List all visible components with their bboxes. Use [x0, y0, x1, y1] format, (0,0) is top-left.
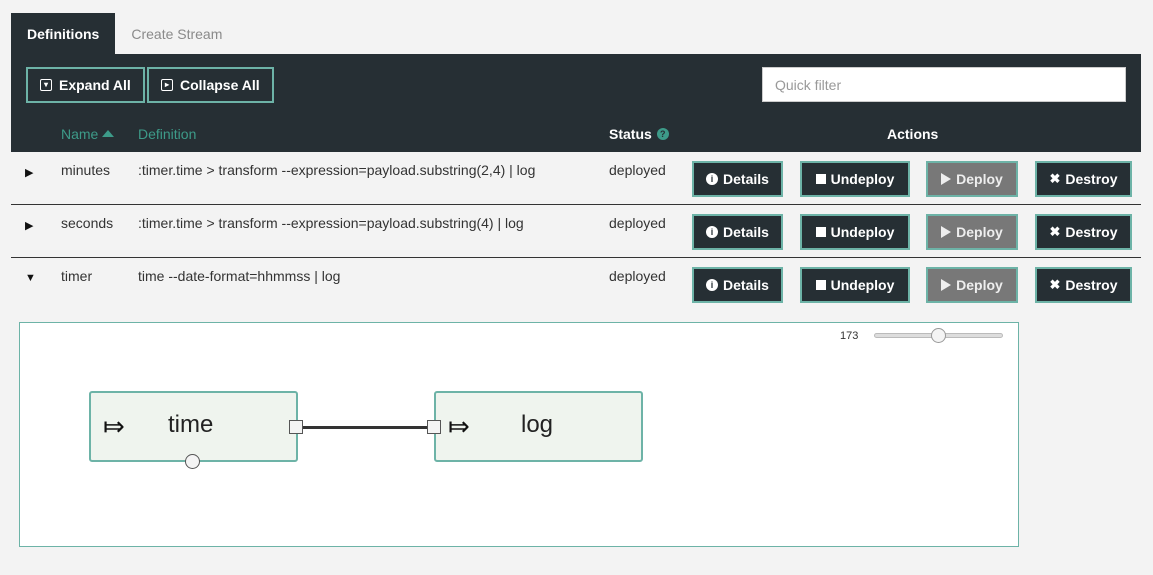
tab-definitions[interactable]: Definitions [11, 13, 116, 54]
deploy-button[interactable]: Deploy [926, 161, 1018, 197]
close-icon: ✖ [1049, 171, 1061, 186]
details-button[interactable]: i Details [692, 161, 783, 197]
stream-name: minutes [61, 162, 111, 178]
table-row: ▼ timer time --date-format=hhmmss | log … [11, 258, 1141, 311]
stream-definition: :timer.time > transform --expression=pay… [138, 162, 536, 178]
question-circle-icon[interactable]: ? [656, 127, 669, 140]
column-header-definition[interactable]: Definition [138, 115, 196, 152]
zoom-slider-thumb[interactable] [931, 328, 946, 343]
undeploy-button[interactable]: Undeploy [800, 267, 910, 303]
stream-name: timer [61, 268, 93, 284]
details-button[interactable]: i Details [692, 267, 783, 303]
stream-status: deployed [609, 215, 666, 231]
toolbar: ▾ Expand All ▸ Collapse All [11, 54, 1141, 115]
expand-row-icon[interactable]: ▶ [25, 166, 33, 179]
column-header-status: Status ? [609, 115, 669, 152]
play-icon [941, 226, 952, 238]
sort-ascending-icon [102, 130, 115, 137]
tab-create-stream[interactable]: Create Stream [115, 13, 238, 54]
expand-row-icon[interactable]: ▶ [25, 219, 33, 232]
node-label: log [521, 411, 554, 438]
graph-link[interactable] [303, 426, 427, 429]
undeploy-button[interactable]: Undeploy [800, 214, 910, 250]
destroy-button[interactable]: ✖ Destroy [1035, 161, 1132, 197]
collapse-all-button[interactable]: ▸ Collapse All [147, 67, 274, 103]
details-button[interactable]: i Details [692, 214, 783, 250]
destroy-button[interactable]: ✖ Destroy [1035, 267, 1132, 303]
expand-all-button[interactable]: ▾ Expand All [26, 67, 145, 103]
close-icon: ✖ [1049, 224, 1061, 239]
quick-filter-input[interactable] [762, 67, 1126, 102]
play-icon [941, 279, 952, 291]
info-icon: i [706, 226, 719, 238]
collapse-all-label: Collapse All [180, 77, 260, 93]
column-header-actions: Actions [887, 125, 939, 142]
tab-bar: Definitions Create Stream [11, 13, 238, 54]
collapse-row-icon[interactable]: ▼ [25, 272, 36, 284]
expand-icon: ▾ [40, 79, 52, 91]
graph-node-time[interactable]: ⤇ time [89, 391, 298, 462]
table-row: ▶ minutes :timer.time > transform --expr… [11, 152, 1141, 205]
column-header-name[interactable]: Name [61, 115, 115, 152]
play-icon [941, 173, 952, 185]
source-arrow-icon: ⤇ [103, 411, 125, 441]
stream-definition: :timer.time > transform --expression=pay… [138, 215, 524, 231]
stream-name: seconds [61, 215, 114, 231]
node-label: time [168, 411, 214, 438]
output-port[interactable] [289, 420, 303, 434]
stop-icon [815, 227, 826, 237]
stop-icon [815, 174, 826, 184]
stop-icon [815, 280, 826, 290]
expand-all-label: Expand All [59, 77, 131, 93]
destroy-button[interactable]: ✖ Destroy [1035, 214, 1132, 250]
stream-status: deployed [609, 268, 666, 284]
tap-port[interactable] [185, 454, 200, 469]
zoom-slider[interactable] [874, 328, 1003, 343]
info-icon: i [706, 279, 719, 291]
graph-node-log[interactable]: ⤇ log [434, 391, 643, 462]
close-icon: ✖ [1049, 277, 1061, 292]
info-icon: i [706, 173, 719, 185]
table-header: Name Definition Status ? Actions [11, 115, 1141, 152]
sink-arrow-icon: ⤇ [448, 411, 470, 441]
collapse-icon: ▸ [161, 79, 173, 91]
zoom-value: 173 [840, 330, 859, 342]
deploy-button[interactable]: Deploy [926, 267, 1018, 303]
input-port[interactable] [427, 420, 441, 434]
deploy-button[interactable]: Deploy [926, 214, 1018, 250]
stream-status: deployed [609, 162, 666, 178]
undeploy-button[interactable]: Undeploy [800, 161, 910, 197]
stream-graph-canvas[interactable]: 173 ⤇ time ⤇ log [19, 322, 1019, 547]
table-row: ▶ seconds :timer.time > transform --expr… [11, 205, 1141, 258]
stream-definition: time --date-format=hhmmss | log [138, 268, 341, 284]
